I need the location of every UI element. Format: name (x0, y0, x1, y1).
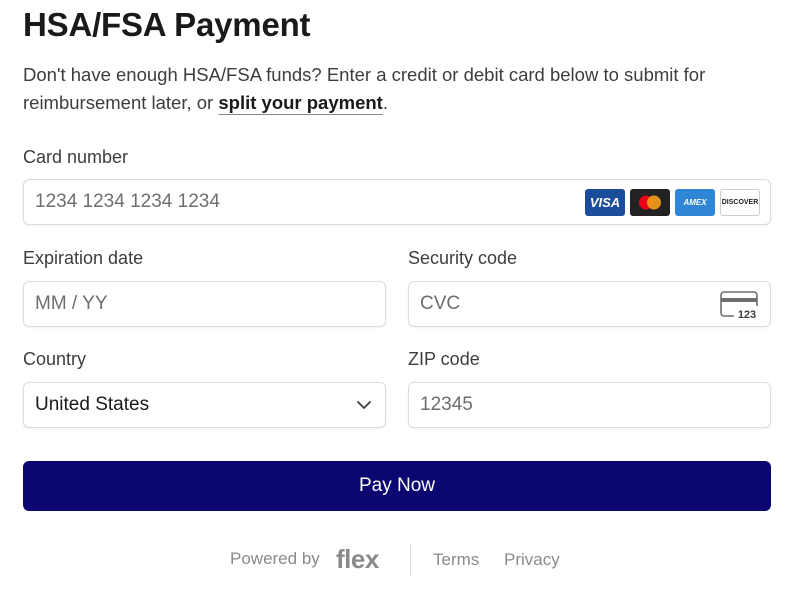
amex-icon: AMEX (675, 189, 715, 216)
cvc-card-icon: 123 (720, 290, 760, 325)
country-label: Country (23, 349, 87, 369)
intro-end: . (382, 92, 388, 113)
intro-text: Don't have enough HSA/FSA funds? Enter a… (23, 61, 783, 117)
chevron-down-icon (355, 396, 373, 419)
cvc-input[interactable] (420, 282, 770, 326)
footer: Powered by flex Terms Privacy (0, 544, 800, 576)
discover-icon: DISCOVER (720, 189, 760, 216)
pay-now-button[interactable]: Pay Now (23, 461, 771, 511)
powered-by-text: Powered by (230, 549, 320, 568)
expiration-field[interactable] (23, 281, 386, 327)
country-select[interactable]: United States (23, 382, 386, 428)
visa-icon: VISA (585, 189, 625, 216)
security-code-label: Security code (408, 248, 518, 268)
zip-code-label: ZIP code (408, 349, 480, 369)
card-brand-logos: VISA AMEX DISCOVER (585, 189, 760, 216)
mastercard-icon (630, 189, 670, 216)
cvc-icon-text: 123 (738, 309, 756, 320)
country-value: United States (35, 394, 150, 415)
card-number-label: Card number (23, 147, 129, 167)
expiration-input[interactable] (35, 282, 385, 326)
footer-divider (410, 544, 411, 576)
flex-logo: flex (336, 544, 379, 574)
split-payment-link[interactable]: split your payment (218, 92, 382, 113)
security-code-field[interactable]: 123 (408, 281, 771, 327)
zip-code-field[interactable] (408, 382, 771, 428)
card-number-field[interactable]: VISA AMEX DISCOVER (23, 179, 771, 225)
zip-code-input[interactable] (420, 383, 770, 427)
expiration-label: Expiration date (23, 248, 144, 268)
page-title: HSA/FSA Payment (23, 6, 311, 43)
privacy-link[interactable]: Privacy (504, 550, 560, 570)
terms-link[interactable]: Terms (433, 550, 479, 570)
